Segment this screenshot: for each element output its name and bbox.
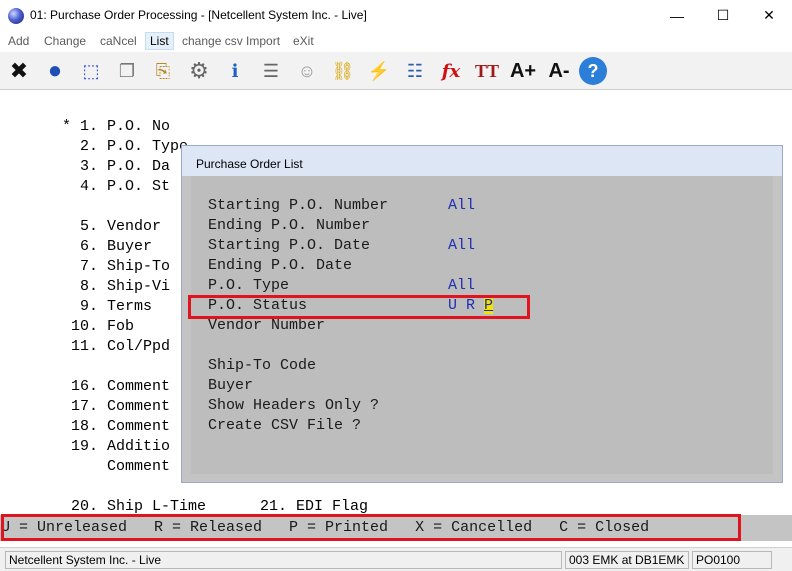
- menu-bar: Add Change caNcel List change csv Import…: [0, 31, 792, 51]
- title-bar: 01: Purchase Order Processing - [Netcell…: [0, 0, 792, 31]
- font-decrease-icon[interactable]: A-: [543, 55, 575, 87]
- status-program: PO0100: [692, 551, 772, 569]
- po-status-highlight-box: [188, 295, 530, 319]
- form-field-po-status: 4. P.O. St: [62, 178, 171, 195]
- form-field-fob: 10. Fob: [62, 318, 135, 335]
- text-size-icon[interactable]: TT: [471, 55, 503, 87]
- globe-icon[interactable]: ●: [39, 55, 71, 87]
- label-po-type: P.O. Type: [208, 277, 290, 294]
- label-buyer: Buyer: [208, 377, 254, 394]
- label-ending-po-number: Ending P.O. Number: [208, 217, 371, 234]
- value-starting-po-number[interactable]: All: [448, 196, 475, 216]
- function-icon[interactable]: fx: [435, 55, 467, 87]
- close-x-icon[interactable]: ✖: [3, 55, 35, 87]
- minimize-button[interactable]: —: [654, 0, 700, 31]
- lightning-icon[interactable]: ⚡: [363, 55, 395, 87]
- toolbar: ✖ ● ⬚ ❐ ⎘ ⚙ ℹ ☰ ☺ ⛓ ⚡ ☷ fx TT A+ A- ?: [0, 52, 792, 90]
- menu-list[interactable]: List: [145, 32, 174, 50]
- menu-exit[interactable]: eXit: [289, 33, 318, 49]
- status-company: Netcellent System Inc. - Live: [5, 551, 562, 569]
- close-button[interactable]: ✕: [746, 0, 792, 31]
- status-bar: Netcellent System Inc. - Live 003 EMK at…: [0, 547, 792, 571]
- status-user: 003 EMK at DB1EMK: [565, 551, 689, 569]
- info-form-icon[interactable]: ℹ: [219, 55, 251, 87]
- maximize-button[interactable]: ☐: [700, 0, 746, 31]
- menu-change-csv-import[interactable]: change csv Import: [178, 33, 284, 49]
- form-field-terms: 9. Terms: [62, 298, 153, 315]
- window-title: 01: Purchase Order Processing - [Netcell…: [30, 8, 367, 22]
- font-increase-icon[interactable]: A+: [507, 55, 539, 87]
- paste-icon[interactable]: ⎘: [147, 55, 179, 87]
- form-field-additional-19: 19. Additio: [62, 438, 171, 455]
- label-starting-po-number: Starting P.O. Number: [208, 197, 389, 214]
- form-field-col-ppd: 11. Col/Ppd: [62, 338, 171, 355]
- link-icon[interactable]: ⛓: [327, 55, 359, 87]
- dialog-title-bar: Purchase Order List: [182, 146, 782, 176]
- label-create-csv-file: Create CSV File ?: [208, 417, 362, 434]
- form-field-comment-18: 18. Comment: [62, 418, 171, 435]
- label-starting-po-date: Starting P.O. Date: [208, 237, 371, 254]
- value-po-type[interactable]: All: [448, 276, 475, 296]
- form-field-ship-via: 8. Ship-Vi: [62, 278, 171, 295]
- dialog-title: Purchase Order List: [196, 157, 303, 171]
- form-field-po-date: 3. P.O. Da: [62, 158, 171, 175]
- menu-change[interactable]: Change: [40, 33, 90, 49]
- settings-gear-icon[interactable]: ⚙: [183, 55, 215, 87]
- menu-cancel[interactable]: caNcel: [96, 33, 141, 49]
- label-ending-po-date: Ending P.O. Date: [208, 257, 353, 274]
- label-show-headers-only: Show Headers Only ?: [208, 397, 380, 414]
- menu-add[interactable]: Add: [4, 33, 33, 49]
- form-field-comment-16: 16. Comment: [62, 378, 171, 395]
- list-icon[interactable]: ☰: [255, 55, 287, 87]
- label-vendor-number: Vendor Number: [208, 317, 326, 334]
- form-field-vendor: 5. Vendor: [62, 218, 162, 235]
- app-globe-icon: [8, 8, 24, 24]
- form-field-po-type: 2. P.O. Type: [62, 138, 189, 155]
- report-icon[interactable]: ☷: [399, 55, 431, 87]
- form-field-additional-comment: Comment: [62, 458, 171, 475]
- form-field-ship-to: 7. Ship-To: [62, 258, 171, 275]
- form-field-buyer: 6. Buyer: [62, 238, 153, 255]
- form-field-po-no: * 1. P.O. No: [62, 118, 171, 135]
- users-icon[interactable]: ☺: [291, 55, 323, 87]
- value-starting-po-date[interactable]: All: [448, 236, 475, 256]
- legend-highlight-box: [1, 514, 741, 541]
- label-ship-to-code: Ship-To Code: [208, 357, 317, 374]
- form-field-comment-17: 17. Comment: [62, 398, 171, 415]
- select-rect-icon[interactable]: ⬚: [75, 55, 107, 87]
- copy-icon[interactable]: ❐: [111, 55, 143, 87]
- dialog-body: Starting P.O. Number All Ending P.O. Num…: [191, 176, 773, 474]
- help-icon[interactable]: ?: [579, 57, 607, 85]
